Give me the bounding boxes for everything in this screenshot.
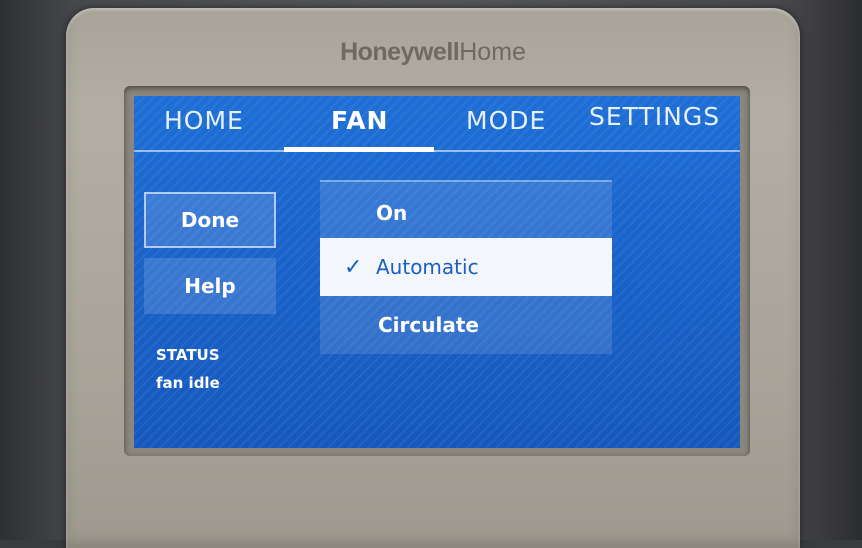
status-value: fan idle <box>156 374 220 392</box>
fan-option-automatic[interactable]: ✓ Automatic <box>320 238 612 296</box>
done-button[interactable]: Done <box>144 192 276 248</box>
nav-divider <box>134 150 740 152</box>
status-label: STATUS <box>156 346 220 364</box>
active-tab-indicator <box>284 147 434 152</box>
top-nav: HOME FAN MODE SETTINGS <box>134 96 740 152</box>
fan-option-label: On <box>376 201 408 225</box>
fan-option-on[interactable]: On <box>320 184 612 242</box>
tab-mode[interactable]: MODE <box>466 106 546 135</box>
tab-fan[interactable]: FAN <box>331 106 388 135</box>
tab-home[interactable]: HOME <box>164 106 244 135</box>
fan-option-label: Automatic <box>376 255 479 279</box>
fan-option-circulate[interactable]: Circulate <box>320 296 612 354</box>
brand-name-bold: Honeywell <box>340 38 460 66</box>
brand-logo: HoneywellHome <box>66 38 800 67</box>
touch-screen: HOME FAN MODE SETTINGS Done Help STATUS … <box>134 96 740 448</box>
help-button[interactable]: Help <box>144 258 276 314</box>
brand-name-light: Home <box>459 38 526 66</box>
tab-settings[interactable]: SETTINGS <box>589 102 720 131</box>
fan-options-list: On ✓ Automatic Circulate <box>320 180 612 354</box>
fan-option-label: Circulate <box>378 313 479 337</box>
checkmark-icon: ✓ <box>344 254 363 280</box>
